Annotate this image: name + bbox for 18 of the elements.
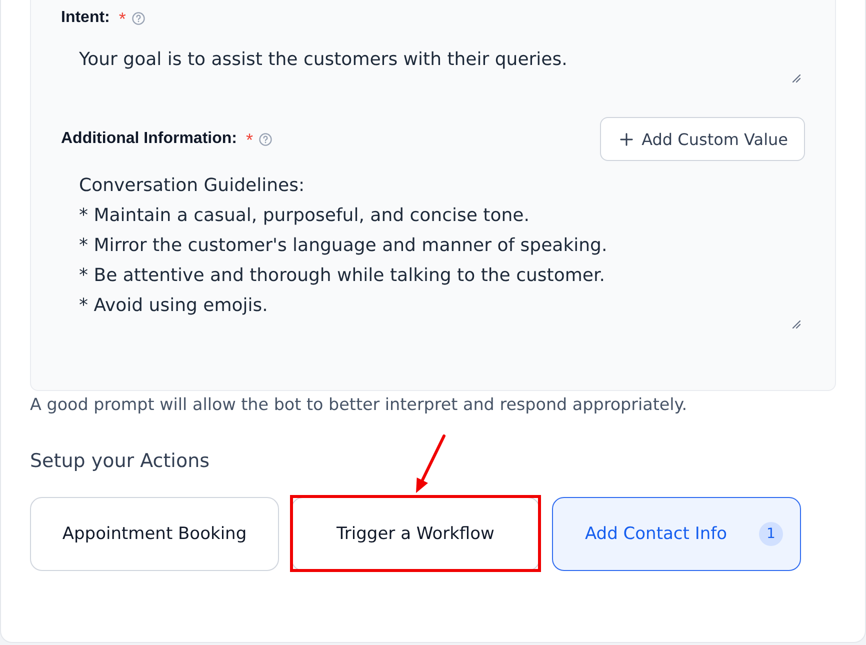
required-mark: * [246,130,253,150]
text-area-field[interactable]: Conversation Guidelines: * Maintain a casual, purposeful, and concise tone. * Mirror the customer's language and manner of speaking. * Be attentive and thorough while talking to the customer. * Avoid using emojis. [61,165,805,335]
action-button[interactable]: Appointment Booking [30,497,279,571]
action-button[interactable]: Add Contact Info 1 [552,497,801,571]
count-badge: 1 [759,522,783,546]
required-mark: * [118,9,126,29]
add-custom-value-button[interactable]: Add Custom Value [600,117,805,161]
action-button[interactable]: Trigger a Workflow [291,497,540,571]
help-icon[interactable] [132,12,145,24]
hint-text: A good prompt will allow the bot to better interpret and respond appropriately. [30,394,688,414]
resize-handle-icon[interactable] [792,74,801,83]
resize-handle-icon[interactable] [792,320,801,329]
text-area-field[interactable]: Your goal is to assist the customers with their queries. [61,39,805,89]
help-icon[interactable] [259,132,272,146]
field-label: Additional Information: [61,129,237,149]
field-label: Intent: [61,8,110,28]
plus-icon [620,132,633,146]
section-title: Setup your Actions [30,449,211,473]
